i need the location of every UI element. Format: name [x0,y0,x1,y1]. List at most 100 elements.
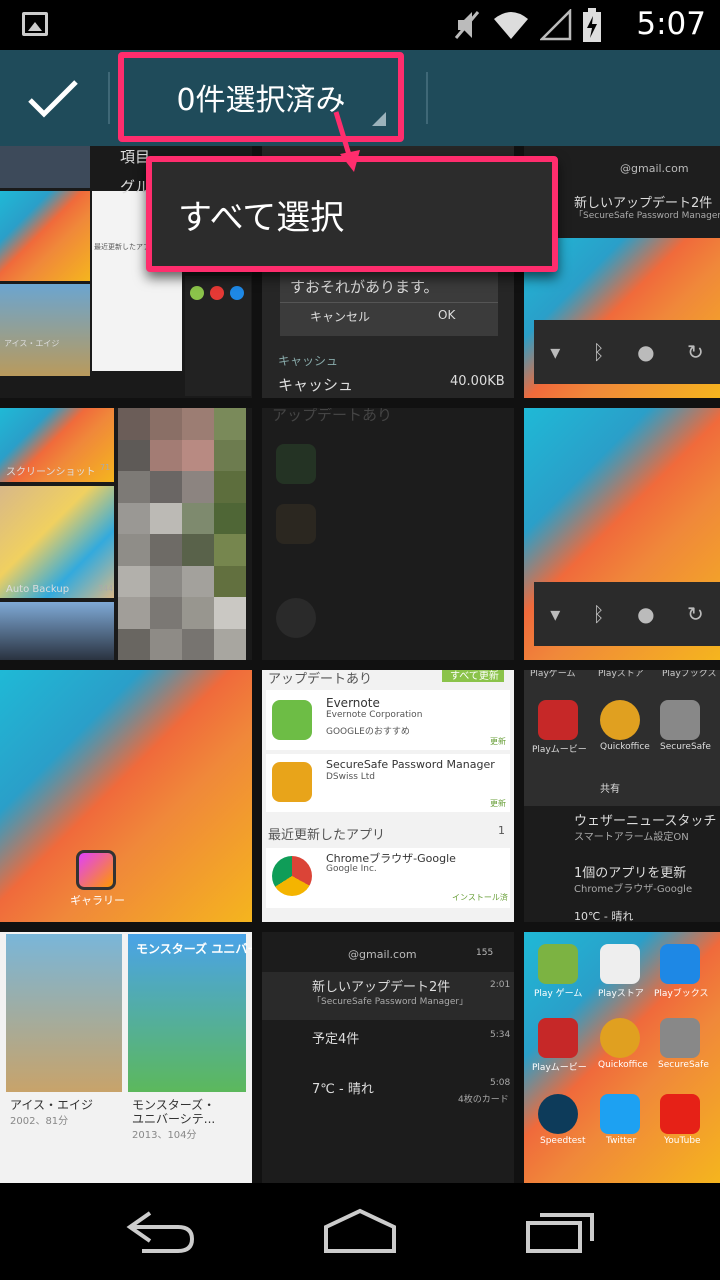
signal-icon [540,9,572,41]
app-icon [276,504,316,544]
thumbnail[interactable]: ▾ ᛒ ● ↻ [524,408,720,660]
thumb-text: アップデートあり [272,408,393,424]
thumbnail[interactable]: Playゲーム Playストア Playブックス Playムービー Quicko… [524,670,720,922]
app-icon [190,286,204,300]
securesafe-icon [272,762,312,802]
thumb-text: キャッシュ [278,354,339,368]
thumb-text: Playストア [598,670,644,679]
thumbnail[interactable]: Play ゲーム Playストア Playブックス Playムービー Quick… [524,932,720,1183]
securesafe-icon [660,1018,700,1058]
thumb-text: 5:08 [490,1078,511,1088]
thumb-text: @gmail.com [348,948,417,961]
play-movies-icon [538,1018,578,1058]
thumb-text: アップデートあり [268,672,373,687]
annotation-arrow [333,111,360,172]
thumb-text: 「SecureSafe Password Manager」 [574,211,720,221]
thumb-text: アイス・エイジ [4,339,60,348]
album-count: 71 [100,463,111,472]
app-label: SecureSafe [658,1060,709,1070]
movie-poster [128,934,246,1092]
thumb-text: 予定4件 [312,1032,360,1047]
thumbnail[interactable]: スクリーンショット 71 Auto Backup 344 [0,408,252,660]
thumb-text: Google Inc. [326,864,377,874]
gallery-icon [76,850,116,890]
thumbnail[interactable]: @gmail.com 155 新しいアップデート2件 「SecureSafe P… [262,932,514,1183]
thumb-text: 共有 [600,784,620,795]
album-label: Auto Backup [6,584,70,595]
thumb-text: 「SecureSafe Password Manager」 [312,997,469,1007]
status-bar: 5:07 [0,0,720,50]
evernote-icon [272,700,312,740]
thumb-text: 5:34 [490,1030,511,1040]
location-icon: ● [637,340,655,364]
play-store-icon [600,944,640,984]
app-label: Playブックス [654,989,709,999]
app-label: Quickoffice [598,1060,648,1070]
thumb-text: 更新 [490,737,506,746]
thumb-text: Playブックス [662,670,717,679]
thumb-text: アイス・エイジ [10,1098,94,1112]
thumbnail[interactable]: アップデートあり すべて更新 Evernote Evernote Corpora… [262,670,514,922]
thumb-text: キャッシュ [278,376,354,394]
thumb-text: 2013、104分 [132,1130,197,1141]
check-icon[interactable] [26,76,80,120]
thumb-text: ユニバーシテ... [132,1112,216,1126]
thumb-text: ギャラリー [70,894,125,907]
thumbnail[interactable]: モンスターズ ユニバーシティ アイス・エイジ 2002、81分 モンスターズ・ … [0,932,252,1183]
sync-icon: ↻ [686,340,704,364]
thumb-text: 4枚のカード [458,1095,509,1105]
play-movies-icon [538,700,578,740]
thumb-text: 2:01 [490,980,511,990]
thumb-text: 40.00KB [450,374,505,389]
thumb-text: すべて更新 [450,671,499,682]
mute-icon [454,11,480,39]
action-divider [426,72,428,124]
thumb-text: 7℃ - 晴れ [312,1082,374,1097]
album-label: スクリーンショット [6,467,96,478]
bluetooth-icon: ᛒ [592,602,605,626]
thumb-text: Evernote Corporation [326,710,423,720]
thumb-text: 2002、81分 [10,1116,69,1127]
app-label: Playムービー [532,1063,587,1073]
home-icon[interactable] [320,1205,400,1257]
quickoffice-icon [600,700,640,740]
wifi-icon [494,12,528,39]
twitter-icon [600,1094,640,1134]
thumb-text: 1 [498,824,505,837]
play-books-icon [660,944,700,984]
thumbnail[interactable]: アップデートあり [262,408,514,660]
app-icon [276,598,316,638]
play-games-icon [538,944,578,984]
app-label: YouTube [664,1136,701,1146]
album-count: 344 [98,584,114,593]
thumb-text: 155 [476,948,494,958]
thumb-text: Chromeブラウザ-Google [574,884,693,895]
app-icon [276,444,316,484]
speedtest-icon [538,1094,578,1134]
back-icon[interactable] [122,1205,202,1257]
thumb-text: OK [438,308,456,322]
selection-count-label: 0件選択済み [176,83,346,118]
thumb-text: ウェザーニュースタッチ [574,814,717,829]
thumb-text: SecureSafe Password Manager [326,758,495,771]
thumb-text: SecureSafe [660,742,711,752]
chrome-icon [272,856,312,896]
action-divider [108,72,110,124]
thumb-text: 最近更新したアプリ [268,828,386,843]
app-icon [210,286,224,300]
app-label: Play ゲーム [534,989,583,999]
battery-charging-icon [583,8,601,42]
movie-poster [6,934,122,1092]
thumbnail[interactable]: ギャラリー [0,670,252,922]
location-icon: ● [637,602,655,626]
navigation-bar [0,1183,720,1280]
image-icon [22,12,48,36]
sync-icon: ↻ [686,602,704,626]
recent-apps-icon[interactable] [522,1205,602,1257]
thumb-text: Playゲーム [530,670,576,679]
thumb-text: キャンセル [310,310,371,324]
app-label: Twitter [606,1136,637,1146]
thumb-text: スマートアラーム設定ON [574,832,689,843]
bluetooth-icon: ᛒ [592,340,605,364]
thumb-text: @gmail.com [620,162,689,175]
